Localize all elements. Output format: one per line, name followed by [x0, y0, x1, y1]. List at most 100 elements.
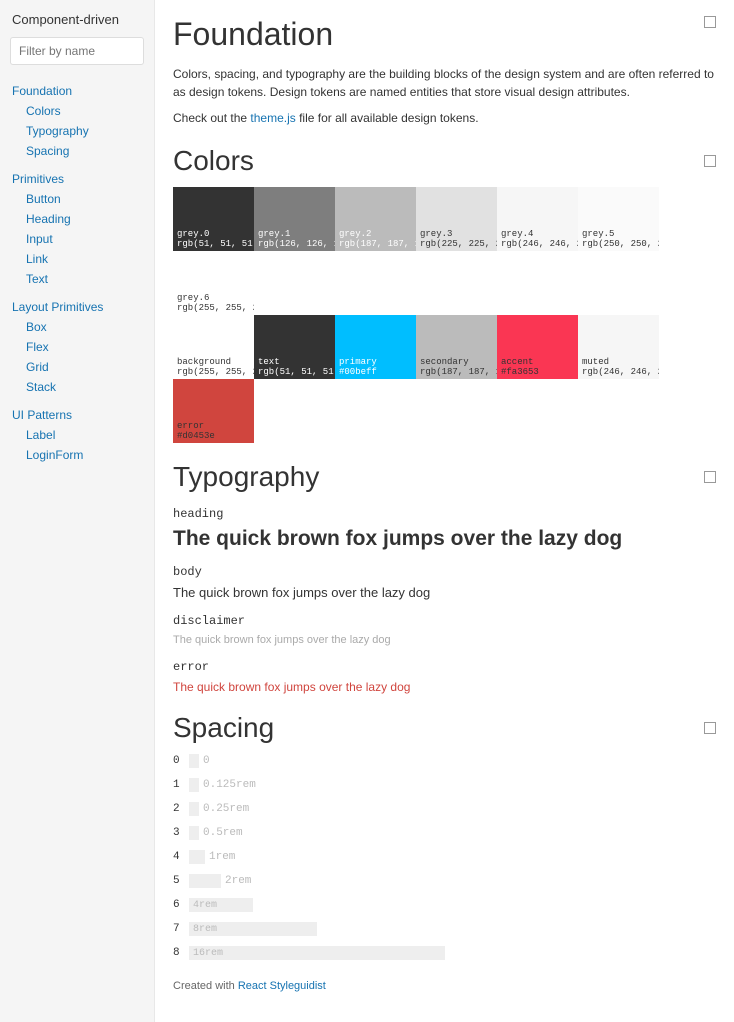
color-swatch: grey.6rgb(255, 255, 255) — [173, 251, 254, 315]
nav-section-head[interactable]: Foundation — [12, 81, 142, 101]
typo-label-disclaimer: disclaimer — [173, 614, 716, 628]
spacing-row: 00 — [173, 754, 716, 768]
color-swatch: accent#fa3653 — [497, 315, 578, 379]
swatch-value: #d0453e — [177, 431, 215, 441]
intro-1: Colors, spacing, and typography are the … — [173, 65, 716, 101]
typo-label-body: body — [173, 565, 716, 579]
swatch-row-greys: grey.0rgb(51, 51, 51)grey.1rgb(126, 126,… — [173, 187, 716, 315]
typo-sample-body: The quick brown fox jumps over the lazy … — [173, 585, 716, 600]
spacing-bar — [189, 826, 199, 840]
nav-item[interactable]: Flex — [12, 337, 142, 357]
filter-wrap — [0, 37, 154, 77]
color-swatch: grey.0rgb(51, 51, 51) — [173, 187, 254, 251]
nav-item[interactable]: Colors — [12, 101, 142, 121]
nav-item[interactable]: Button — [12, 189, 142, 209]
swatch-value: #fa3653 — [501, 367, 539, 377]
nav-section-head[interactable]: Layout Primitives — [12, 297, 142, 317]
nav-item[interactable]: Typography — [12, 121, 142, 141]
swatch-label: accent — [501, 357, 533, 367]
spacing-index: 1 — [173, 779, 189, 791]
nav-item[interactable]: Input — [12, 229, 142, 249]
typo-label-error: error — [173, 660, 716, 674]
spacing-index: 7 — [173, 923, 189, 935]
spacing-bar — [189, 754, 199, 768]
color-swatch: grey.2rgb(187, 187, 187) — [335, 187, 416, 251]
swatch-label: text — [258, 357, 280, 367]
swatch-label: grey.2 — [339, 229, 371, 239]
nav-item[interactable]: Box — [12, 317, 142, 337]
swatch-row-semantic: backgroundrgb(255, 255, 255)textrgb(51, … — [173, 315, 716, 443]
spacing-list: 0010.125rem20.25rem30.5rem41rem52rem64re… — [173, 754, 716, 960]
color-swatch: textrgb(51, 51, 51) — [254, 315, 335, 379]
swatch-value: rgb(250, 250, 250) — [582, 239, 659, 249]
swatch-value: rgb(126, 126, 126) — [258, 239, 335, 249]
main: Foundation Colors, spacing, and typograp… — [155, 0, 734, 1022]
filter-input[interactable] — [10, 37, 144, 65]
swatch-value: #00beff — [339, 367, 377, 377]
spacing-index: 0 — [173, 755, 189, 767]
nav-item[interactable]: Heading — [12, 209, 142, 229]
spacing-index: 5 — [173, 875, 189, 887]
swatch-label: grey.3 — [420, 229, 452, 239]
theme-link[interactable]: theme.js — [250, 111, 295, 125]
spacing-row: 30.5rem — [173, 826, 716, 840]
nav-section-head[interactable]: Primitives — [12, 169, 142, 189]
spacing-row: 64rem — [173, 898, 716, 912]
swatch-value: rgb(255, 255, 255) — [177, 367, 254, 377]
nav-item[interactable]: Spacing — [12, 141, 142, 161]
swatch-label: error — [177, 421, 204, 431]
expand-icon[interactable] — [704, 471, 716, 483]
spacing-index: 4 — [173, 851, 189, 863]
nav-section-head[interactable]: UI Patterns — [12, 405, 142, 425]
spacing-index: 2 — [173, 803, 189, 815]
swatch-value: rgb(51, 51, 51) — [258, 367, 335, 377]
spacing-bar: 4rem — [189, 898, 253, 912]
sidebar: Component-driven FoundationColorsTypogra… — [0, 0, 155, 1022]
swatch-label: primary — [339, 357, 377, 367]
footer-pre: Created with — [173, 980, 238, 992]
app-title: Component-driven — [0, 12, 154, 37]
swatch-value: rgb(187, 187, 187) — [339, 239, 416, 249]
spacing-bar — [189, 874, 221, 888]
color-swatch: grey.4rgb(246, 246, 246) — [497, 187, 578, 251]
nav-item[interactable]: LoginForm — [12, 445, 142, 465]
nav-item[interactable]: Link — [12, 249, 142, 269]
swatch-value: rgb(246, 246, 246) — [582, 367, 659, 377]
swatch-label: grey.1 — [258, 229, 290, 239]
color-swatch: grey.5rgb(250, 250, 250) — [578, 187, 659, 251]
page-title: Foundation — [173, 16, 333, 53]
intro-2-pre: Check out the — [173, 111, 250, 125]
spacing-index: 3 — [173, 827, 189, 839]
color-swatch: grey.3rgb(225, 225, 225) — [416, 187, 497, 251]
spacing-heading-text: Spacing — [173, 712, 274, 744]
spacing-bar — [189, 802, 199, 816]
expand-icon[interactable] — [704, 16, 716, 28]
nav-item[interactable]: Grid — [12, 357, 142, 377]
colors-heading: Colors — [173, 145, 716, 177]
spacing-row: 20.25rem — [173, 802, 716, 816]
footer-link[interactable]: React Styleguidist — [238, 980, 326, 992]
color-swatch: backgroundrgb(255, 255, 255) — [173, 315, 254, 379]
spacing-bar — [189, 778, 199, 792]
color-swatch: grey.1rgb(126, 126, 126) — [254, 187, 335, 251]
spacing-index: 8 — [173, 947, 189, 959]
swatch-label: grey.0 — [177, 229, 209, 239]
swatch-value: rgb(255, 255, 255) — [177, 303, 254, 313]
expand-icon[interactable] — [704, 722, 716, 734]
swatch-label: grey.4 — [501, 229, 533, 239]
swatch-label: grey.5 — [582, 229, 614, 239]
swatch-value: rgb(51, 51, 51) — [177, 239, 254, 249]
spacing-bar: 8rem — [189, 922, 317, 936]
swatch-label: grey.6 — [177, 293, 209, 303]
nav-item[interactable]: Label — [12, 425, 142, 445]
nav-item[interactable]: Stack — [12, 377, 142, 397]
swatch-label: muted — [582, 357, 609, 367]
expand-icon[interactable] — [704, 155, 716, 167]
nav: FoundationColorsTypographySpacing Primiti… — [0, 77, 154, 469]
spacing-bar: 16rem — [189, 946, 445, 960]
spacing-heading: Spacing — [173, 712, 716, 744]
spacing-row: 10.125rem — [173, 778, 716, 792]
typography-heading: Typography — [173, 461, 716, 493]
nav-item[interactable]: Text — [12, 269, 142, 289]
intro-2: Check out the theme.js file for all avai… — [173, 109, 716, 127]
